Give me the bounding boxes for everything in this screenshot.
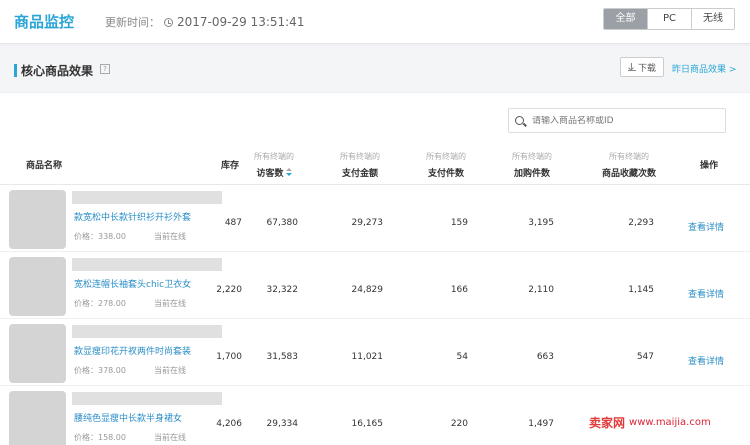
product-status: 当前在线: [154, 433, 186, 442]
sort-icon[interactable]: [285, 168, 292, 177]
product-status: 当前在线: [154, 366, 186, 375]
watermark: 卖家网 www.maijia.com: [585, 412, 715, 433]
cell-pay-amount: 29,273: [351, 218, 384, 228]
product-price: 价格：278.00: [74, 299, 126, 308]
cell-pay-amount: 24,829: [351, 285, 384, 295]
cell-stock: 1,700: [216, 352, 242, 362]
search-box[interactable]: [508, 108, 726, 133]
table-row: 宽松连帽长袖套头chic卫衣女价格：278.00 当前在线 2,220 32,322 2…: [0, 252, 750, 319]
table-row: 款宽松中长款针织衫开衫外套价格：338.00 当前在线 487 67,380 29,27…: [0, 185, 750, 252]
product-price: 价格：338.00: [74, 232, 126, 241]
col-visitors[interactable]: 所有终端的 访客数: [254, 151, 294, 179]
table-header: 商品名称 库存 所有终端的 访客数 所有终端的 支付金额 所有终端的 支付件数 所有终…: [0, 141, 750, 185]
terminal-switch: 全部 PC 无线: [603, 8, 735, 30]
blurred-shop-name: [72, 258, 222, 271]
view-details-link[interactable]: 查看详情: [688, 220, 724, 233]
product-thumbnail[interactable]: [9, 324, 66, 383]
cell-cart: 1,497: [528, 419, 554, 429]
main-panel: 商品名称 库存 所有终端的访客数 所有终端的支付金额 所有终端的支付件数 所有终…: [0, 93, 750, 445]
help-icon[interactable]: ?: [100, 64, 110, 74]
search-input[interactable]: [532, 115, 702, 126]
search-icon: [515, 116, 524, 125]
yesterday-effect-link[interactable]: 昨日商品效果 >: [672, 62, 736, 75]
page-title: 商品监控: [14, 13, 75, 31]
section-title: 核心商品效果: [21, 64, 94, 78]
watermark-url: www.maijia.com: [629, 417, 711, 428]
cell-pay-items: 54: [456, 352, 468, 362]
update-time-info: 更新时间： 2017-09-29 13:51:41: [105, 14, 304, 30]
blurred-shop-name: [72, 191, 222, 204]
top-header: 商品监控 更新时间： 2017-09-29 13:51:41 全部 PC 无线: [0, 0, 750, 44]
cell-fav: 547: [636, 352, 654, 362]
product-status: 当前在线: [154, 232, 186, 241]
update-label: 更新时间：: [105, 16, 160, 29]
table-row: 款显瘦印花开衩两件时尚套装价格：378.00 当前在线 1,700 31,583 11,…: [0, 319, 750, 386]
col-action: 操作: [700, 161, 719, 171]
cell-cart: 2,110: [528, 285, 554, 295]
cell-stock: 487: [224, 218, 242, 228]
section-accent-bar: [14, 64, 17, 77]
tab-wireless[interactable]: 无线: [692, 9, 734, 29]
product-thumbnail[interactable]: [9, 190, 66, 249]
download-icon: [627, 63, 636, 71]
cell-visitors: 67,380: [266, 218, 299, 228]
col-name: 商品名称: [26, 161, 63, 171]
product-price: 价格：378.00: [74, 366, 126, 375]
view-details-link[interactable]: 查看详情: [688, 287, 724, 300]
cell-pay-items: 220: [450, 419, 468, 429]
watermark-brand: 卖家网: [589, 416, 626, 430]
col-pay-items[interactable]: 所有终端的 支付件数: [426, 151, 466, 179]
cell-stock: 2,220: [216, 285, 242, 295]
product-name-link[interactable]: 宽松连帽长袖套头chic卫衣女: [74, 277, 191, 290]
product-thumbnail[interactable]: [9, 391, 66, 445]
update-time: 2017-09-29 13:51:41: [177, 15, 305, 29]
cell-pay-amount: 11,021: [351, 352, 384, 362]
product-name-link[interactable]: 款显瘦印花开衩两件时尚套装: [74, 344, 191, 357]
cell-visitors: 29,334: [266, 419, 299, 429]
cell-pay-amount: 16,165: [351, 419, 384, 429]
download-label: 下载: [637, 63, 656, 74]
tab-all[interactable]: 全部: [604, 9, 648, 29]
product-thumbnail[interactable]: [9, 257, 66, 316]
cell-visitors: 32,322: [266, 285, 299, 295]
view-details-link[interactable]: 查看详情: [688, 354, 724, 367]
blurred-shop-name: [72, 325, 222, 338]
product-name-link[interactable]: 腰纯色显瘦中长款半身裙女: [74, 411, 182, 424]
cell-pay-items: 159: [450, 218, 468, 228]
cell-pay-items: 166: [450, 285, 468, 295]
product-name-link[interactable]: 款宽松中长款针织衫开衫外套: [74, 210, 191, 223]
product-price: 价格：158.00: [74, 433, 126, 442]
product-status: 当前在线: [154, 299, 186, 308]
col-pay-amount[interactable]: 所有终端的 支付金额: [340, 151, 380, 179]
cell-cart: 3,195: [528, 218, 554, 228]
col-fav[interactable]: 所有终端的 商品收藏次数: [602, 151, 656, 179]
clock-icon: [164, 17, 173, 27]
cell-fav: 1,145: [628, 285, 654, 295]
cell-fav: 2,293: [628, 218, 654, 228]
download-button[interactable]: 下载: [620, 57, 664, 77]
tab-pc[interactable]: PC: [648, 9, 692, 29]
cell-cart: 663: [536, 352, 554, 362]
col-stock[interactable]: 库存: [221, 158, 239, 171]
blurred-shop-name: [72, 392, 222, 405]
col-cart[interactable]: 所有终端的 加购件数: [512, 151, 552, 179]
cell-visitors: 31,583: [266, 352, 299, 362]
cell-stock: 4,206: [216, 419, 242, 429]
